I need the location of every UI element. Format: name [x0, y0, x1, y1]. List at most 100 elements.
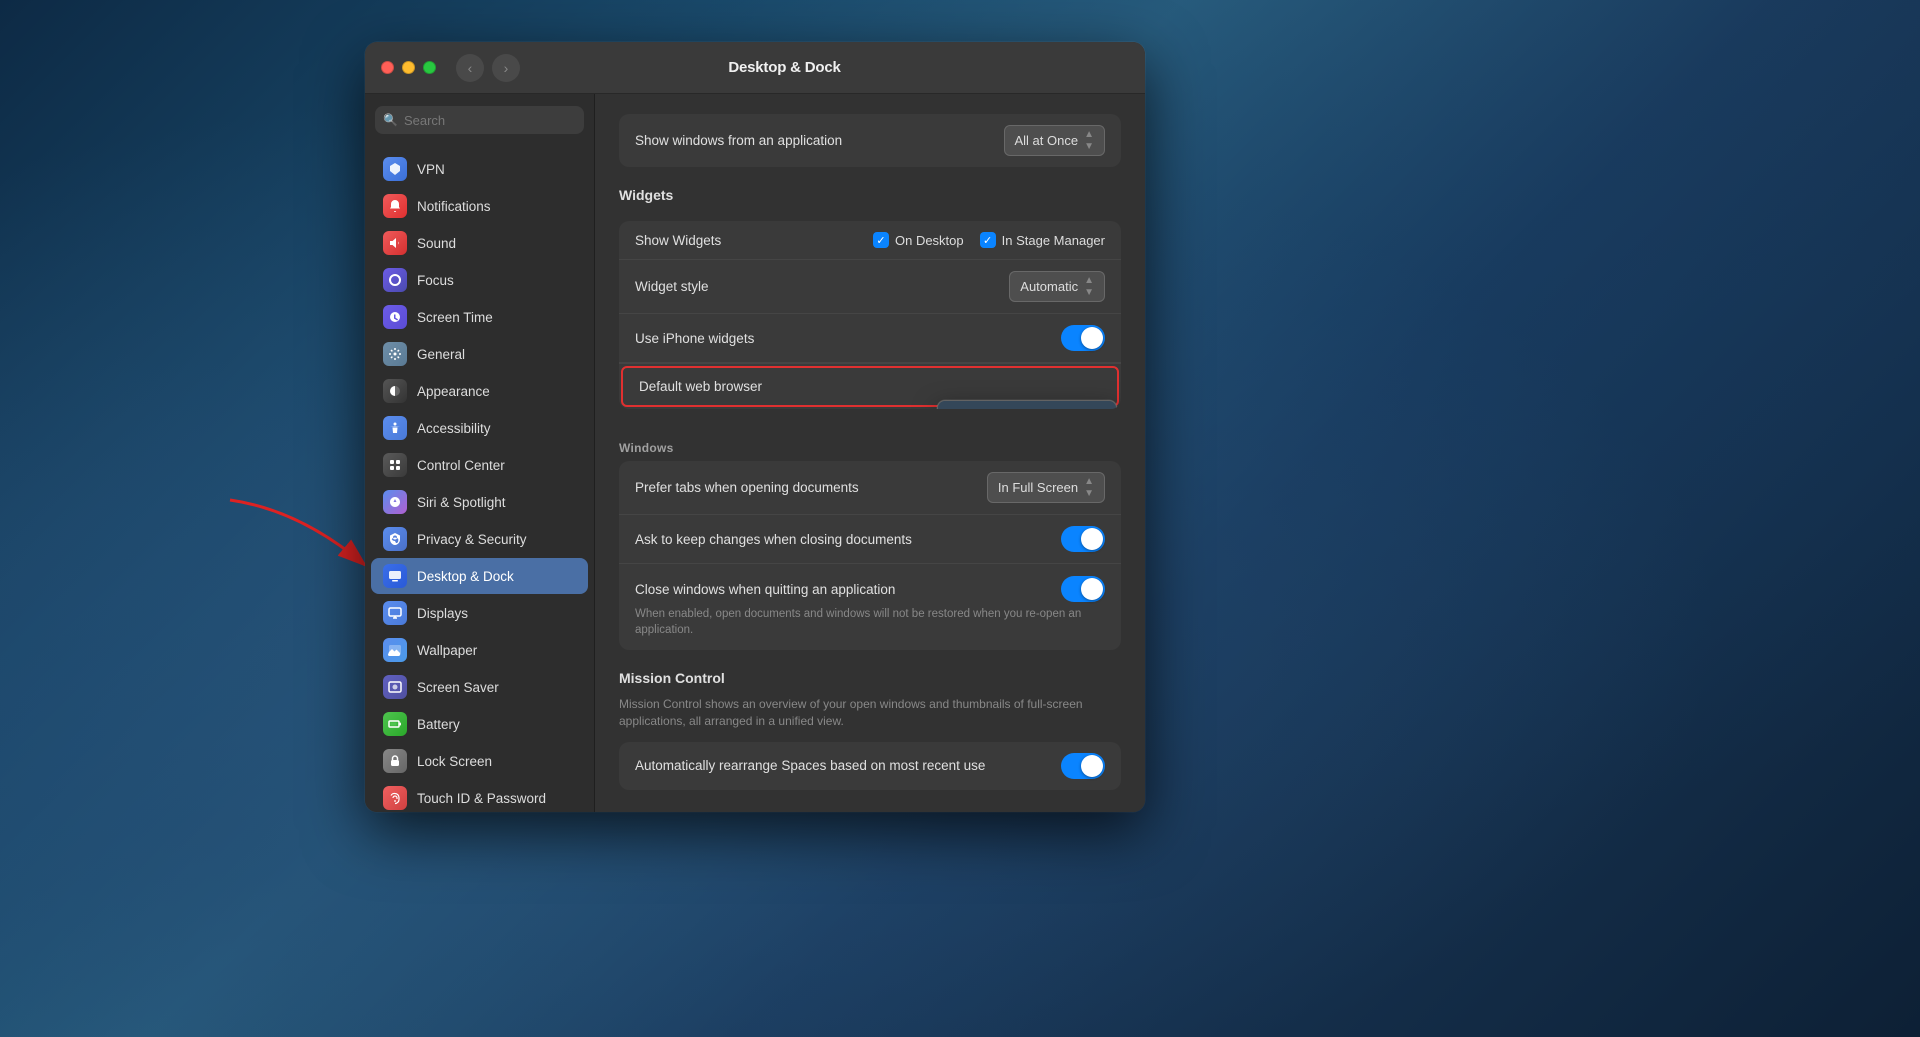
sidebar-item-appearance[interactable]: Appearance [371, 373, 588, 409]
show-widgets-row: Show Widgets ✓ On Desktop ✓ In Stage Man… [619, 221, 1121, 260]
sidebar-item-lock-screen[interactable]: Lock Screen [371, 743, 588, 779]
show-windows-group: Show windows from an application All at … [619, 114, 1121, 167]
sidebar-item-privacy-security[interactable]: Privacy & Security [371, 521, 588, 557]
content-area: 🔍 VPN [365, 94, 1145, 812]
show-windows-value[interactable]: All at Once ▲ ▼ [1004, 125, 1106, 156]
sidebar-item-vpn[interactable]: VPN [371, 151, 588, 187]
sidebar-label-siri-spotlight: Siri & Spotlight [417, 495, 506, 510]
privacy-icon [383, 527, 407, 551]
ask-changes-row: Ask to keep changes when closing documen… [619, 515, 1121, 564]
prefer-tabs-label: Prefer tabs when opening documents [635, 480, 859, 495]
sidebar-item-sound[interactable]: Sound [371, 225, 588, 261]
widget-style-value[interactable]: Automatic ▲ ▼ [1009, 271, 1105, 302]
sidebar-label-accessibility: Accessibility [417, 421, 491, 436]
sidebar-item-battery[interactable]: Battery [371, 706, 588, 742]
close-button[interactable] [381, 61, 394, 74]
sidebar-item-wallpaper[interactable]: Wallpaper [371, 632, 588, 668]
sidebar-label-general: General [417, 347, 465, 362]
sidebar-item-screen-time[interactable]: Screen Time [371, 299, 588, 335]
widget-style-arrows: ▲ ▼ [1084, 275, 1094, 298]
use-iphone-toggle[interactable] [1061, 325, 1105, 351]
screen-time-icon [383, 305, 407, 329]
sidebar-label-vpn: VPN [417, 162, 445, 177]
sidebar-label-battery: Battery [417, 717, 460, 732]
show-windows-stepper-label: All at Once [1015, 133, 1079, 148]
desktop-dock-icon [383, 564, 407, 588]
mission-control-header: Mission Control [619, 670, 1121, 692]
mission-control-section: Mission Control Mission Control shows an… [619, 670, 1121, 790]
search-icon: 🔍 [383, 113, 398, 127]
mission-control-desc: Mission Control shows an overview of you… [619, 696, 1121, 730]
screen-saver-icon [383, 675, 407, 699]
show-widgets-label: Show Widgets [635, 233, 721, 248]
sidebar-label-screen-saver: Screen Saver [417, 680, 499, 695]
sidebar-item-general[interactable]: General [371, 336, 588, 372]
main-panel: Show windows from an application All at … [595, 94, 1145, 812]
in-stage-manager-checkbox[interactable]: ✓ [980, 232, 996, 248]
prefer-tabs-stepper-label: In Full Screen [998, 480, 1078, 495]
close-windows-toggle[interactable] [1061, 576, 1105, 602]
sidebar-label-control-center: Control Center [417, 458, 505, 473]
widget-style-row: Widget style Automatic ▲ ▼ [619, 260, 1121, 314]
sidebar-label-focus: Focus [417, 273, 454, 288]
sidebar-item-accessibility[interactable]: Accessibility [371, 410, 588, 446]
sidebar-label-appearance: Appearance [417, 384, 490, 399]
close-windows-label: Close windows when quitting an applicati… [635, 582, 895, 597]
ask-changes-toggle[interactable] [1061, 526, 1105, 552]
sidebar-label-displays: Displays [417, 606, 468, 621]
prefer-tabs-stepper[interactable]: In Full Screen ▲ ▼ [987, 472, 1105, 503]
on-desktop-label: On Desktop [895, 233, 964, 248]
search-input[interactable] [404, 113, 576, 128]
windows-group: Prefer tabs when opening documents In Fu… [619, 461, 1121, 650]
browser-dropdown-menu: ✓ Google Chrome ✓ [937, 400, 1117, 409]
show-windows-row: Show windows from an application All at … [619, 114, 1121, 167]
prefer-tabs-value[interactable]: In Full Screen ▲ ▼ [987, 472, 1105, 503]
sound-icon [383, 231, 407, 255]
prefer-tabs-row: Prefer tabs when opening documents In Fu… [619, 461, 1121, 515]
minimize-button[interactable] [402, 61, 415, 74]
widgets-section-header: Widgets [619, 187, 1121, 209]
sidebar-item-touch-id[interactable]: Touch ID & Password [371, 780, 588, 812]
on-desktop-checkbox-row[interactable]: ✓ On Desktop [873, 232, 964, 248]
ask-changes-label: Ask to keep changes when closing documen… [635, 532, 912, 547]
auto-rearrange-row: Automatically rearrange Spaces based on … [619, 742, 1121, 790]
close-windows-row-top: Close windows when quitting an applicati… [635, 576, 1105, 602]
show-windows-stepper[interactable]: All at Once ▲ ▼ [1004, 125, 1106, 156]
widgets-group: Show Widgets ✓ On Desktop ✓ In Stage Man… [619, 221, 1121, 409]
sidebar-item-screen-saver[interactable]: Screen Saver [371, 669, 588, 705]
control-center-icon [383, 453, 407, 477]
sidebar-item-desktop-dock[interactable]: Desktop & Dock [371, 558, 588, 594]
widget-style-stepper-label: Automatic [1020, 279, 1078, 294]
back-button[interactable]: ‹ [456, 54, 484, 82]
browser-row-inner: Default web browser [639, 379, 1101, 394]
on-desktop-checkbox[interactable]: ✓ [873, 232, 889, 248]
sidebar-item-focus[interactable]: Focus [371, 262, 588, 298]
widget-style-label: Widget style [635, 279, 709, 294]
sidebar-label-lock-screen: Lock Screen [417, 754, 492, 769]
windows-section-label: Windows [619, 429, 1121, 461]
forward-button[interactable]: › [492, 54, 520, 82]
battery-icon [383, 712, 407, 736]
widgets-checkboxes: ✓ On Desktop ✓ In Stage Manager [873, 232, 1105, 248]
search-bar[interactable]: 🔍 [375, 106, 584, 134]
default-browser-row[interactable]: Default web browser ✓ Google Chrome ✓ [621, 366, 1119, 407]
displays-icon [383, 601, 407, 625]
focus-icon [383, 268, 407, 292]
widget-style-stepper[interactable]: Automatic ▲ ▼ [1009, 271, 1105, 302]
default-browser-container: Default web browser ✓ Google Chrome ✓ [619, 363, 1121, 407]
browser-option-chrome[interactable]: ✓ Google Chrome [938, 401, 1116, 409]
sidebar-item-siri-spotlight[interactable]: Siri & Spotlight [371, 484, 588, 520]
lock-screen-icon [383, 749, 407, 773]
close-windows-row: Close windows when quitting an applicati… [619, 564, 1121, 650]
notifications-icon [383, 194, 407, 218]
in-stage-manager-checkbox-row[interactable]: ✓ In Stage Manager [980, 232, 1105, 248]
accessibility-icon [383, 416, 407, 440]
sidebar-item-displays[interactable]: Displays [371, 595, 588, 631]
use-iphone-label: Use iPhone widgets [635, 331, 754, 346]
auto-rearrange-toggle[interactable] [1061, 753, 1105, 779]
maximize-button[interactable] [423, 61, 436, 74]
sidebar-label-privacy-security: Privacy & Security [417, 532, 527, 547]
sidebar-item-notifications[interactable]: Notifications [371, 188, 588, 224]
sidebar-item-control-center[interactable]: Control Center [371, 447, 588, 483]
titlebar: ‹ › Desktop & Dock [365, 42, 1145, 94]
